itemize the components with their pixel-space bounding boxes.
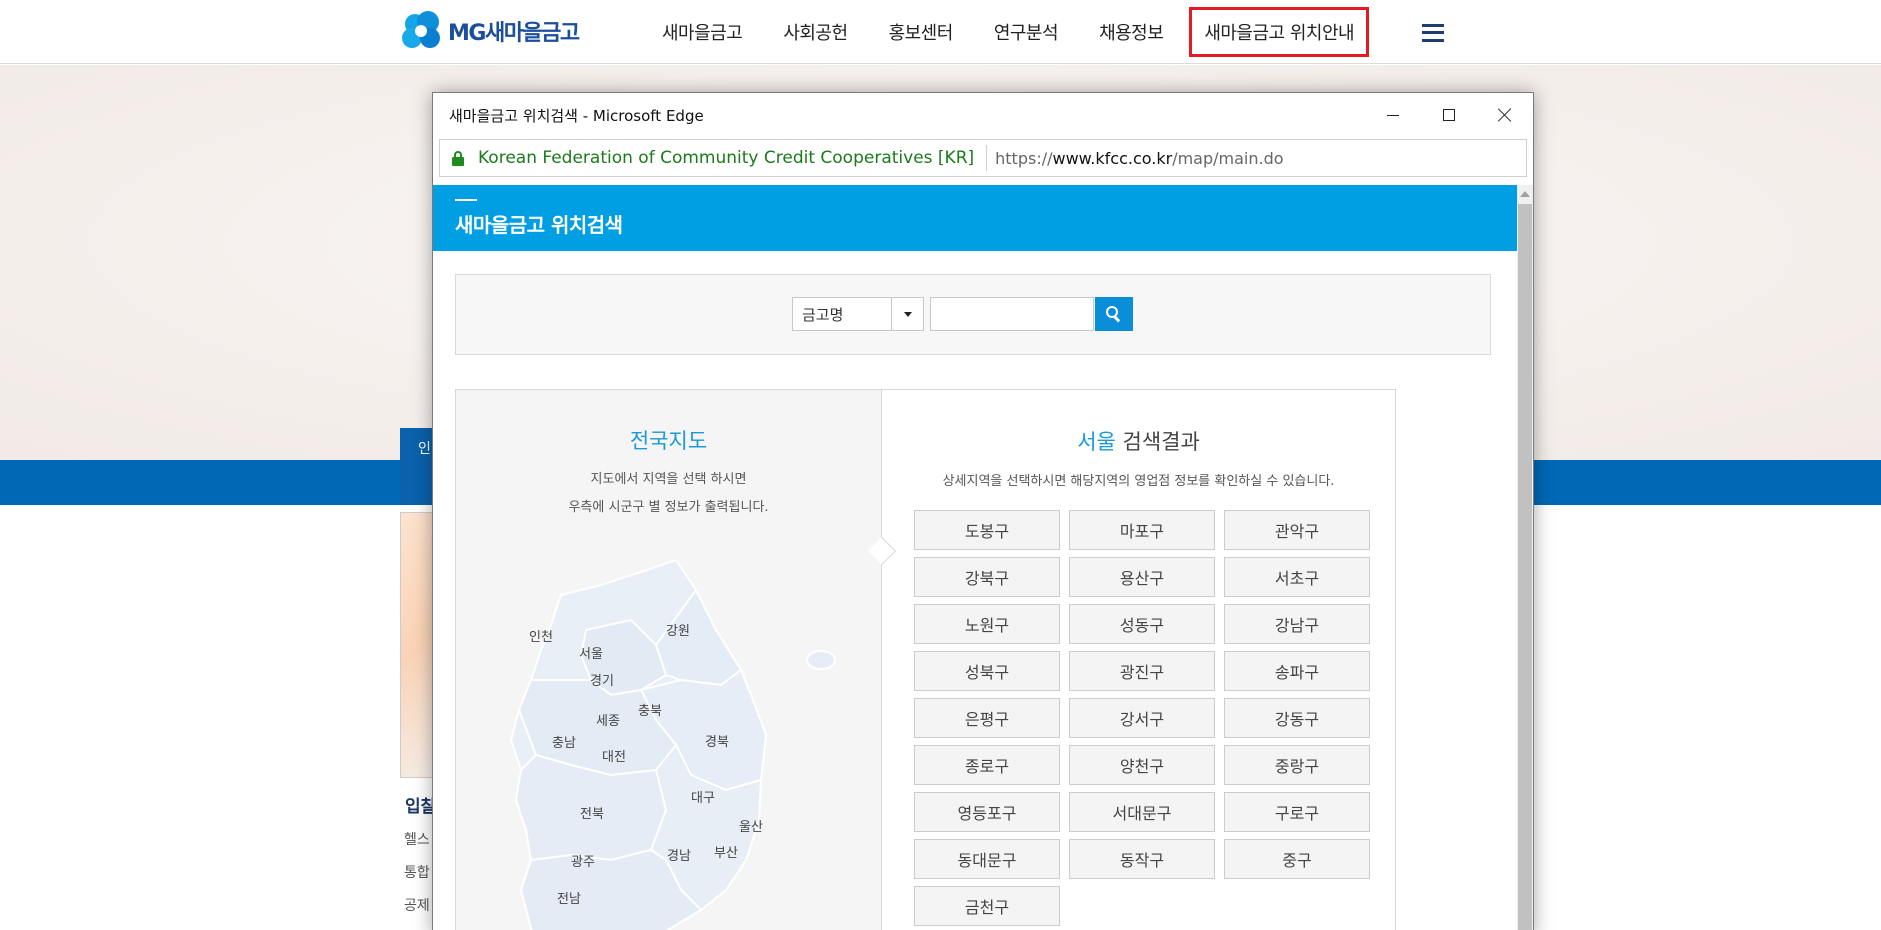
- map-region-jeonnam[interactable]: 전남: [557, 888, 581, 907]
- header-accent-bar: [455, 199, 477, 201]
- nav-item-recruit[interactable]: 채용정보: [1099, 19, 1164, 45]
- map-region-gyeongnam[interactable]: 경남: [667, 845, 691, 864]
- nav-item-social[interactable]: 사회공헌: [783, 19, 848, 45]
- edge-popup-window: 새마을금고 위치검색 - Microsoft Edge Korean Feder…: [432, 92, 1534, 930]
- map-region-daejeon[interactable]: 대전: [602, 746, 626, 765]
- menu-icon[interactable]: [1422, 23, 1445, 42]
- map-region-seoul[interactable]: 서울: [579, 643, 603, 662]
- district-button[interactable]: 동작구: [1069, 839, 1215, 879]
- search-area: 금고명: [455, 274, 1491, 355]
- district-grid: 도봉구 마포구 관악구 강북구 용산구 서초구 노원구 성동구 강남구 성북구 …: [914, 510, 1374, 926]
- district-button[interactable]: 성북구: [914, 651, 1060, 691]
- result-desc: 상세지역을 선택하시면 해당지역의 영업점 정보를 확인하실 수 있습니다.: [942, 474, 1335, 489]
- map-region-gyeongbuk[interactable]: 경북: [705, 731, 729, 750]
- district-button[interactable]: 서대문구: [1069, 792, 1215, 832]
- dropdown-arrow-icon[interactable]: [891, 298, 923, 330]
- district-button[interactable]: 양천구: [1069, 745, 1215, 785]
- lock-icon[interactable]: [452, 150, 464, 166]
- url-path: /map/main.do: [1172, 148, 1284, 168]
- district-button[interactable]: 구로구: [1224, 792, 1370, 832]
- district-button[interactable]: 도봉구: [914, 510, 1060, 550]
- close-icon: [1498, 108, 1512, 122]
- district-button[interactable]: 중랑구: [1224, 745, 1370, 785]
- map-title: 전국지도: [629, 429, 708, 453]
- vertical-scrollbar[interactable]: [1517, 185, 1533, 930]
- map-region-busan[interactable]: 부산: [714, 842, 738, 861]
- minimize-icon: [1387, 114, 1399, 116]
- map-region-ulsan[interactable]: 울산: [739, 816, 763, 835]
- maximize-button[interactable]: [1421, 93, 1477, 137]
- search-type-value: 금고명: [802, 306, 844, 324]
- district-button[interactable]: 광진구: [1069, 651, 1215, 691]
- mg-logo[interactable]: MG새마을금고: [400, 10, 580, 52]
- result-region: 서울: [1077, 430, 1116, 454]
- map-region-chungbuk[interactable]: 충북: [638, 700, 662, 719]
- district-button[interactable]: 성동구: [1069, 604, 1215, 644]
- scroll-up-icon[interactable]: [1517, 185, 1533, 202]
- close-button[interactable]: [1477, 93, 1533, 137]
- district-button[interactable]: 강북구: [914, 557, 1060, 597]
- main-nav: 새마을금고 사회공헌 홍보센터 연구분석 채용정보 새마을금고 위치안내: [662, 0, 1445, 64]
- search-type-select[interactable]: 금고명: [792, 297, 924, 331]
- nav-item-pr[interactable]: 홍보센터: [889, 19, 954, 45]
- district-button[interactable]: 동대문구: [914, 839, 1060, 879]
- map-region-gyeonggi[interactable]: 경기: [590, 670, 614, 689]
- district-button[interactable]: 서초구: [1224, 557, 1370, 597]
- maximize-icon: [1443, 109, 1455, 121]
- nav-item-location[interactable]: 새마을금고 위치안내: [1189, 7, 1370, 57]
- address-divider: [986, 145, 988, 171]
- district-button[interactable]: 영등포구: [914, 792, 1060, 832]
- district-button[interactable]: 송파구: [1224, 651, 1370, 691]
- map-region-incheon[interactable]: 인천: [529, 626, 553, 645]
- map-region-gangwon[interactable]: 강원: [666, 620, 690, 639]
- url-domain: www.kfcc.co.kr: [1052, 148, 1173, 168]
- search-button[interactable]: [1095, 297, 1133, 331]
- map-desc-line1: 지도에서 지역을 선택 하시면: [590, 472, 747, 487]
- map-desc-line2: 우측에 시군구 별 정보가 출력됩니다.: [568, 500, 769, 515]
- search-icon: [1106, 306, 1122, 323]
- district-button[interactable]: 중구: [1224, 839, 1370, 879]
- district-button[interactable]: 마포구: [1069, 510, 1215, 550]
- url-text[interactable]: https://www.kfcc.co.kr/map/main.do: [995, 149, 1283, 168]
- nav-item-mg[interactable]: 새마을금고: [662, 19, 743, 45]
- district-button[interactable]: 종로구: [914, 745, 1060, 785]
- map-region-sejong[interactable]: 세종: [596, 710, 620, 729]
- district-button[interactable]: 강남구: [1224, 604, 1370, 644]
- map-region-chungnam[interactable]: 충남: [552, 732, 576, 751]
- district-button[interactable]: 강동구: [1224, 698, 1370, 738]
- district-button[interactable]: 금천구: [914, 886, 1060, 926]
- side-link-3[interactable]: 공제: [404, 895, 430, 915]
- district-button[interactable]: 관악구: [1224, 510, 1370, 550]
- result-title-suffix: 검색결과: [1122, 430, 1200, 454]
- popup-content: 새마을금고 위치검색 금고명 전국지도 지도에서 지역을 선택 하시면 우측에 …: [433, 185, 1519, 930]
- window-titlebar[interactable]: 새마을금고 위치검색 - Microsoft Edge: [433, 93, 1533, 137]
- url-prefix: https://: [995, 148, 1053, 168]
- address-bar[interactable]: Korean Federation of Community Credit Co…: [439, 139, 1527, 177]
- search-input[interactable]: [930, 297, 1094, 331]
- district-button[interactable]: 노원구: [914, 604, 1060, 644]
- map-region-gwangju[interactable]: 광주: [571, 851, 595, 870]
- nationwide-map-panel: 전국지도 지도에서 지역을 선택 하시면 우측에 시군구 별 정보가 출력됩니다…: [455, 389, 882, 930]
- logo-text: MG새마을금고: [448, 21, 580, 46]
- minimize-button[interactable]: [1365, 93, 1421, 137]
- map-region-jeonbuk[interactable]: 전북: [580, 803, 604, 822]
- district-button[interactable]: 강서구: [1069, 698, 1215, 738]
- popup-title: 새마을금고 위치검색: [455, 213, 623, 237]
- scroll-thumb[interactable]: [1518, 204, 1532, 930]
- korea-map[interactable]: [491, 560, 851, 930]
- side-link-2[interactable]: 통합: [404, 862, 430, 882]
- district-button[interactable]: 용산구: [1069, 557, 1215, 597]
- window-title: 새마을금고 위치검색 - Microsoft Edge: [449, 106, 704, 125]
- certificate-name[interactable]: Korean Federation of Community Credit Co…: [478, 148, 974, 168]
- map-region-daegu[interactable]: 대구: [691, 787, 715, 806]
- nav-item-research[interactable]: 연구분석: [994, 19, 1059, 45]
- popup-header: 새마을금고 위치검색: [433, 185, 1519, 251]
- site-header: MG새마을금고 새마을금고 사회공헌 홍보센터 연구분석 채용정보 새마을금고 …: [0, 0, 1881, 64]
- search-result-panel: 서울 검색결과 상세지역을 선택하시면 해당지역의 영업점 정보를 확인하실 수…: [882, 389, 1396, 930]
- side-link-1[interactable]: 헬스: [404, 829, 430, 849]
- result-title: 서울 검색결과: [882, 426, 1395, 456]
- district-button[interactable]: 은평구: [914, 698, 1060, 738]
- cloud-logo-icon: [400, 10, 446, 52]
